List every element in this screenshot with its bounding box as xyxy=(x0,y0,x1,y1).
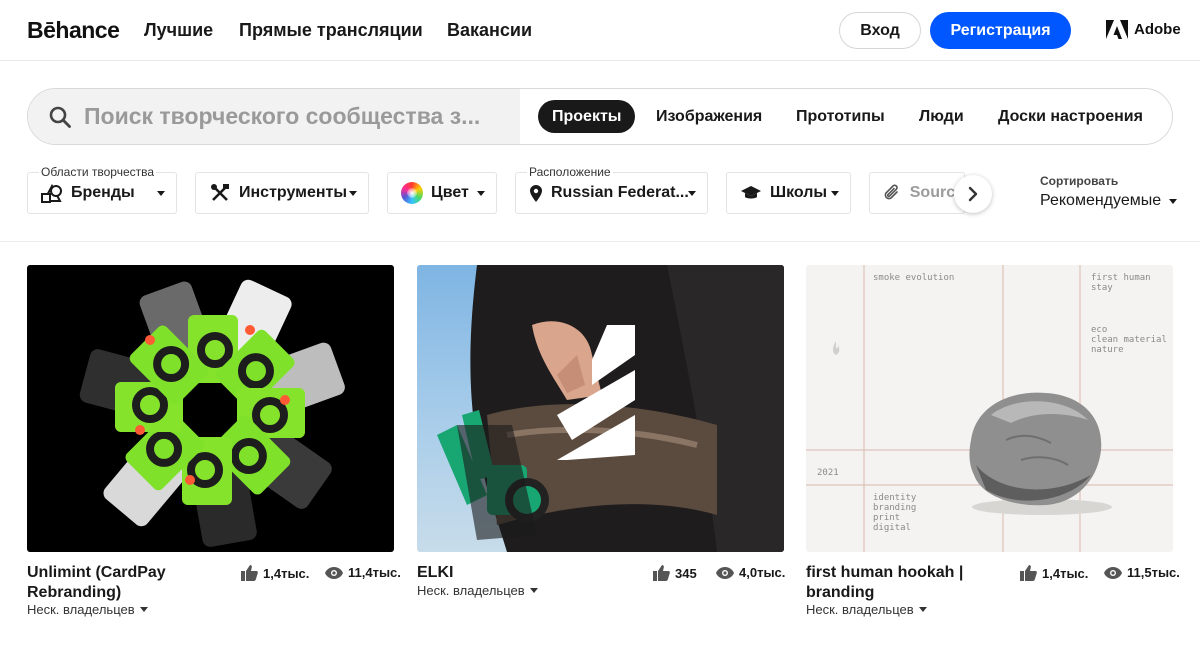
likes-value: 345 xyxy=(675,565,697,581)
owners-dropdown[interactable]: Неск. владельцев xyxy=(27,602,148,617)
filter-tools[interactable]: Инструменты xyxy=(195,172,369,214)
search-input[interactable] xyxy=(84,100,509,133)
filter-brands-label: Бренды xyxy=(71,184,135,201)
filter-location-value: Russian Federat... xyxy=(551,184,689,201)
search-bar: Проекты Изображения Прототипы Люди Доски… xyxy=(27,88,1173,145)
login-button[interactable]: Вход xyxy=(839,12,921,49)
search-field-area xyxy=(28,89,520,144)
tab-images[interactable]: Изображения xyxy=(642,100,776,133)
image-text-digital: digital xyxy=(873,523,911,533)
location-pin-icon xyxy=(529,182,543,204)
paperclip-icon xyxy=(883,182,902,204)
filter-tools-label: Инструменты xyxy=(239,184,348,201)
graduation-cap-icon xyxy=(740,182,762,204)
views-value: 4,0тыс. xyxy=(739,565,786,580)
image-text-branding: branding xyxy=(873,503,917,513)
sort-value: Рекомендуемые xyxy=(1040,192,1162,209)
chevron-right-icon xyxy=(968,186,978,202)
thumbs-up-icon xyxy=(1020,565,1037,581)
appreciations-count: 1,4тыс. xyxy=(1020,565,1088,581)
project-title[interactable]: Unlimint (CardPay Rebranding) xyxy=(27,563,166,603)
color-wheel-icon xyxy=(401,182,423,204)
owners-label: Неск. владельцев xyxy=(417,583,525,598)
owners-label: Неск. владельцев xyxy=(27,602,135,617)
sort-dropdown[interactable]: Рекомендуемые xyxy=(1040,192,1178,210)
likes-value: 1,4тыс. xyxy=(263,565,310,581)
tab-prototypes[interactable]: Прототипы xyxy=(782,100,899,133)
filter-source[interactable]: Source xyxy=(869,172,965,214)
project-thumbnail-unlimint[interactable] xyxy=(27,265,394,552)
chevron-down-icon xyxy=(918,607,927,612)
owners-dropdown[interactable]: Неск. владельцев xyxy=(417,583,538,598)
filter-color-label: Цвет xyxy=(431,184,469,201)
adobe-link[interactable]: Adobe xyxy=(1106,20,1181,39)
search-icon xyxy=(49,106,71,128)
location-label: Расположение xyxy=(527,165,613,179)
chevron-down-icon xyxy=(477,191,485,196)
project-thumbnail-elki[interactable] xyxy=(417,265,784,552)
tab-people[interactable]: Люди xyxy=(905,100,978,133)
thumbs-up-icon xyxy=(653,565,670,581)
signup-button[interactable]: Регистрация xyxy=(930,12,1071,49)
views-count: 11,5тыс. xyxy=(1104,565,1180,580)
top-navigation: Bēhance Лучшие Прямые трансляции Ваканси… xyxy=(0,0,1200,61)
filter-color[interactable]: Цвет xyxy=(387,172,497,214)
chevron-down-icon xyxy=(139,607,148,612)
image-text-identity: identity xyxy=(873,493,917,503)
nav-livestreams[interactable]: Прямые трансляции xyxy=(239,20,423,41)
thumbs-up-icon xyxy=(241,565,258,581)
views-value: 11,4тыс. xyxy=(348,565,401,580)
image-text-clean-material: clean material xyxy=(1091,335,1167,345)
filter-schools[interactable]: Школы xyxy=(726,172,851,214)
eye-icon xyxy=(716,566,734,579)
filters-next-button[interactable] xyxy=(954,175,992,213)
behance-logo[interactable]: Bēhance xyxy=(27,17,120,44)
chevron-down-icon xyxy=(1169,198,1178,204)
image-text-print: print xyxy=(873,513,901,523)
tab-moodboards[interactable]: Доски настроения xyxy=(984,100,1157,133)
nav-best[interactable]: Лучшие xyxy=(144,20,213,41)
views-value: 11,5тыс. xyxy=(1127,565,1180,580)
chevron-down-icon xyxy=(157,191,165,196)
appreciations-count: 345 xyxy=(653,565,697,581)
adobe-label: Adobe xyxy=(1134,21,1181,38)
project-title-line1: first human hookah | xyxy=(806,564,964,581)
tab-projects[interactable]: Проекты xyxy=(538,100,636,133)
image-text-nature: nature xyxy=(1091,345,1124,355)
chevron-down-icon xyxy=(688,191,696,196)
image-text-year: 2021 xyxy=(817,468,839,478)
chevron-down-icon xyxy=(831,191,839,196)
chevron-down-icon xyxy=(529,588,538,593)
likes-value: 1,4тыс. xyxy=(1042,565,1089,581)
chevron-down-icon xyxy=(349,191,357,196)
views-count: 4,0тыс. xyxy=(716,565,785,580)
tools-icon xyxy=(209,182,231,204)
creative-fields-label: Области творчества xyxy=(39,165,157,179)
filter-schools-label: Школы xyxy=(770,184,828,201)
owners-label: Неск. владельцев xyxy=(806,602,914,617)
image-text-first-human-stay: first human stay xyxy=(1091,273,1151,293)
nav-jobs[interactable]: Вакансии xyxy=(447,20,532,41)
owners-dropdown[interactable]: Неск. владельцев xyxy=(806,602,927,617)
project-title-line1: ELKI xyxy=(417,564,454,581)
creative-fields-icon xyxy=(41,182,63,204)
eye-icon xyxy=(1104,566,1122,579)
eye-icon xyxy=(325,566,343,579)
image-text-smoke-evolution: smoke evolution xyxy=(873,273,955,283)
project-title-line1: Unlimint (CardPay xyxy=(27,564,166,581)
project-title[interactable]: ELKI xyxy=(417,563,453,583)
appreciations-count: 1,4тыс. xyxy=(241,565,309,581)
project-title[interactable]: first human hookah | branding xyxy=(806,563,963,603)
image-text-right-list: eco clean material nature xyxy=(1091,325,1167,355)
project-title-line2: branding xyxy=(806,584,875,601)
image-text-eco: eco xyxy=(1091,325,1108,335)
sort-label: Сортировать xyxy=(1040,174,1119,188)
project-thumbnail-hookah[interactable]: smoke evolution first human stay eco cle… xyxy=(806,265,1173,552)
project-title-line2: Rebranding) xyxy=(27,584,122,601)
views-count: 11,4тыс. xyxy=(325,565,401,580)
section-divider xyxy=(0,241,1200,242)
image-text-bottom-list: identity branding print digital xyxy=(873,493,916,533)
adobe-icon xyxy=(1106,20,1128,39)
